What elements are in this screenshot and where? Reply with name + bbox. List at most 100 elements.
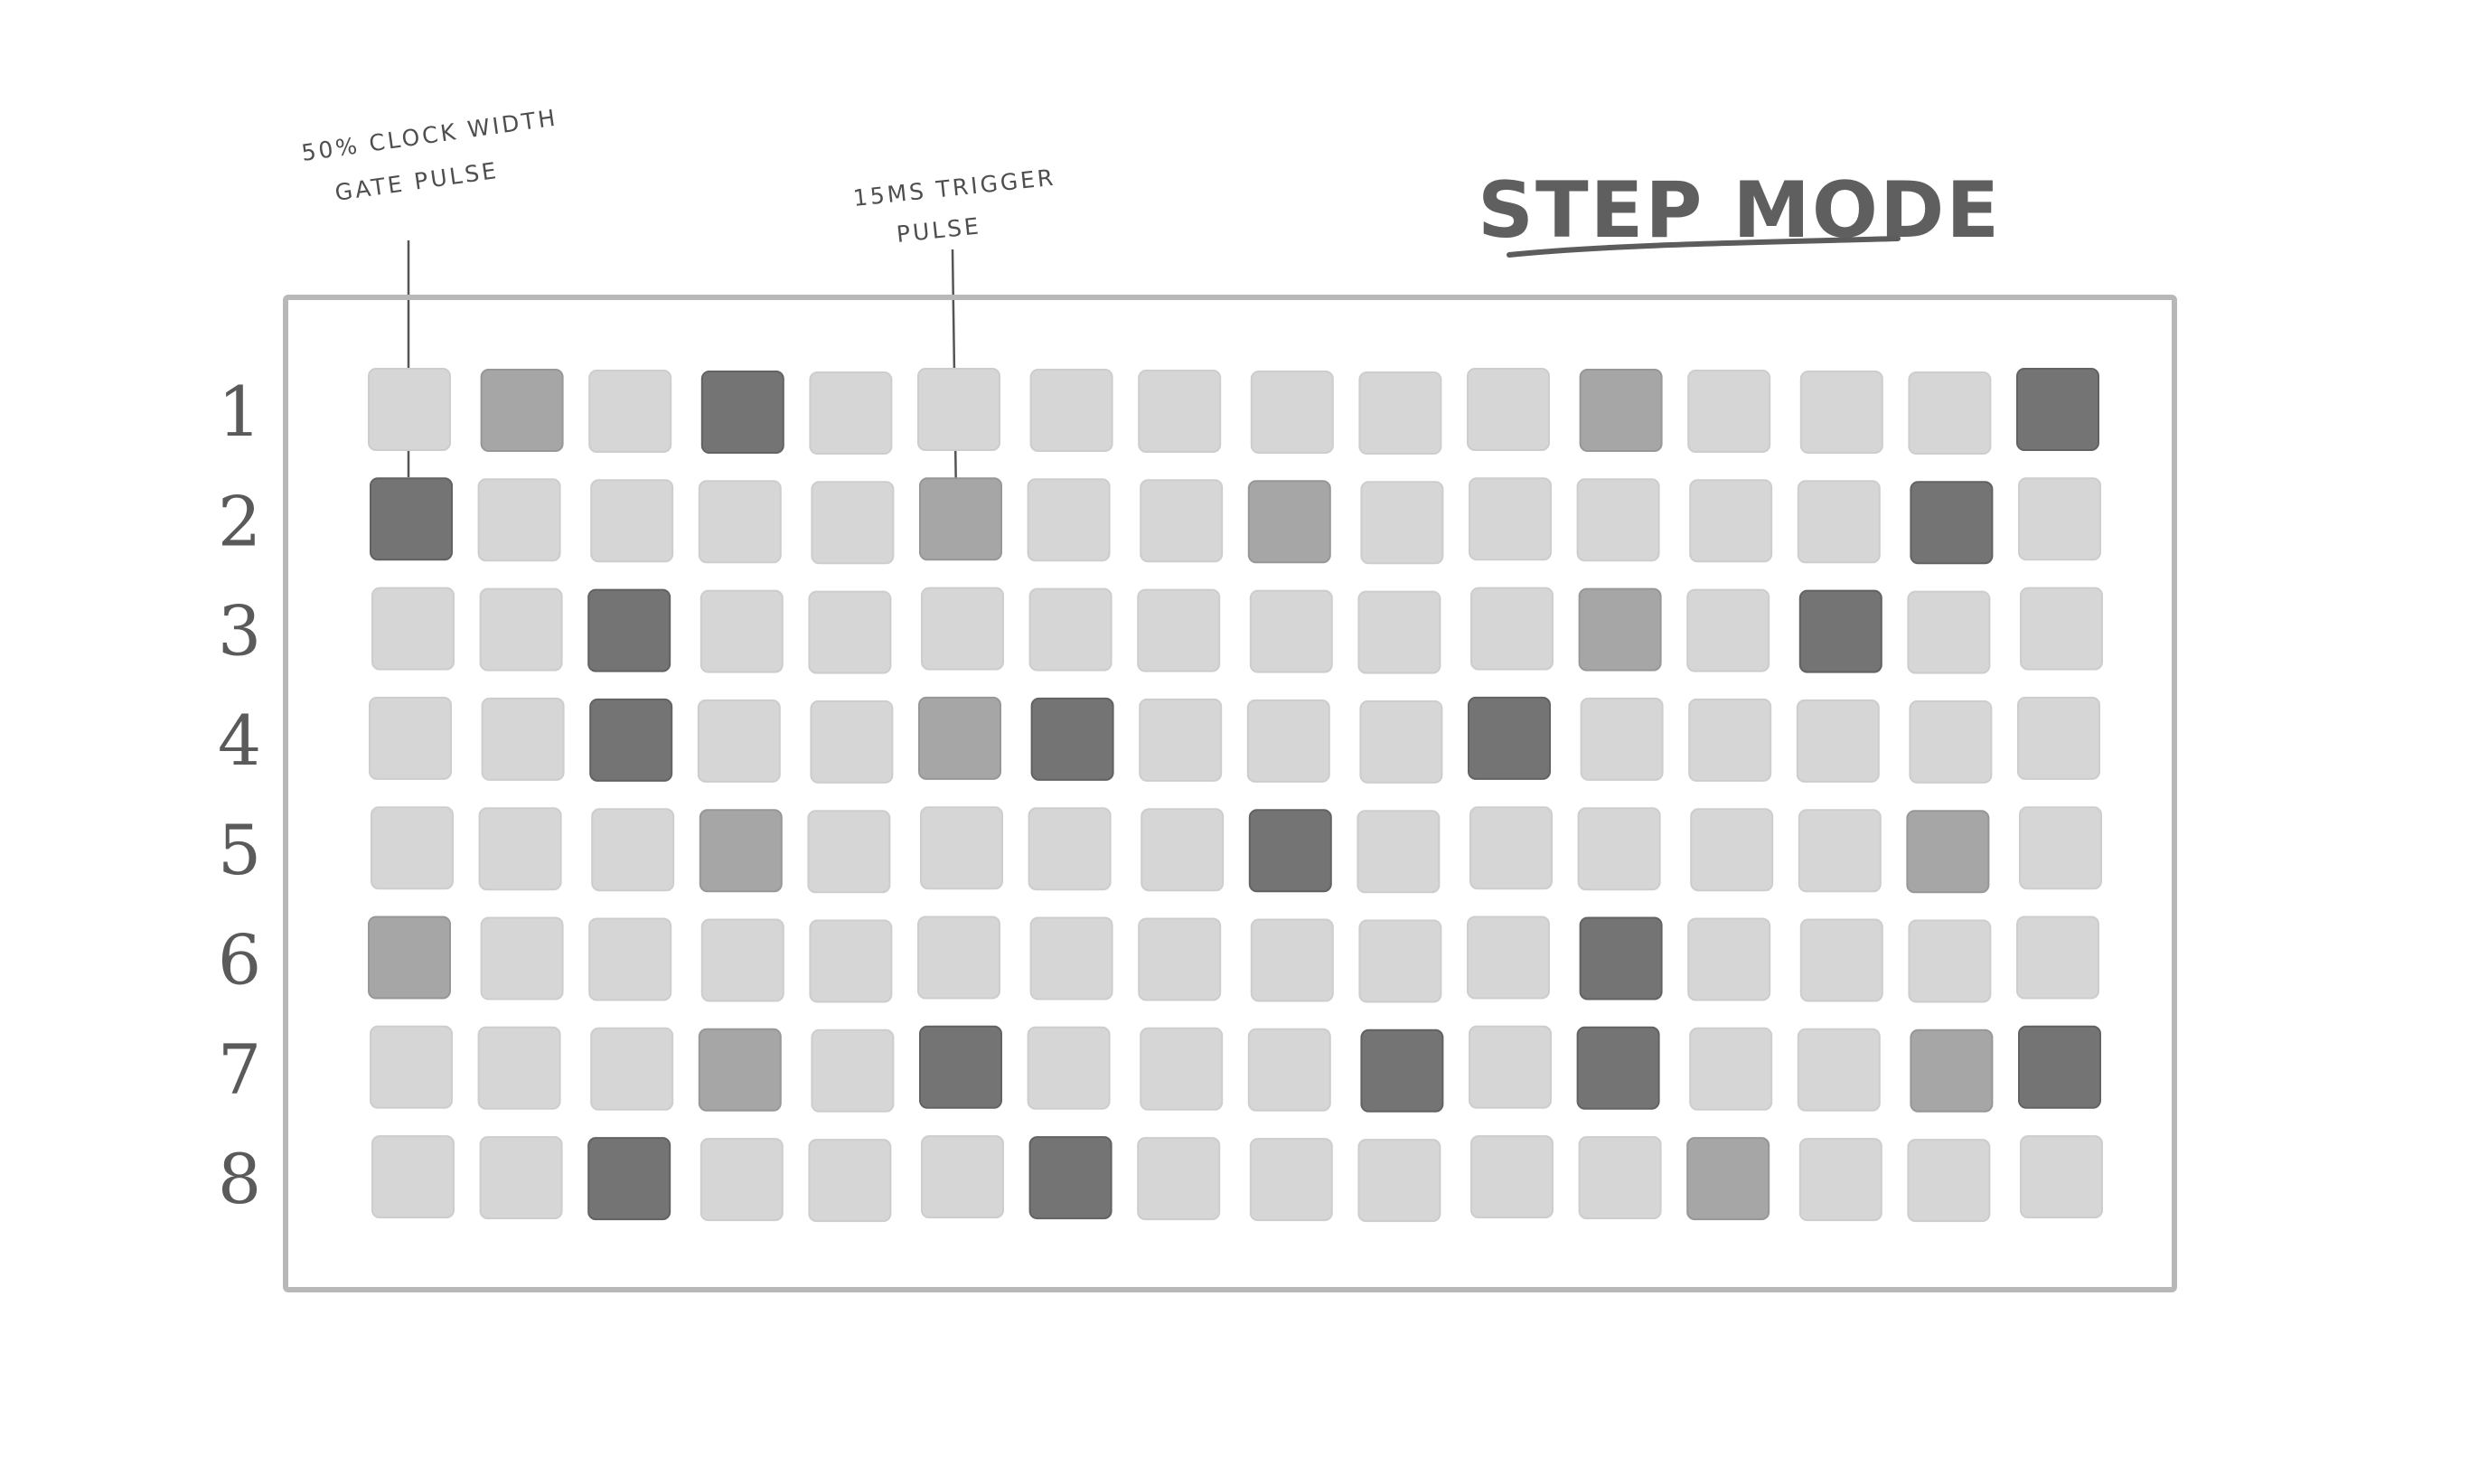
step-off-r6-c9[interactable] (1250, 918, 1334, 1002)
step-off-r1-c15[interactable] (1908, 371, 1992, 455)
step-off-r6-c13[interactable] (1687, 917, 1771, 1001)
step-off-r3-c7[interactable] (1028, 587, 1112, 672)
step-off-r7-c5[interactable] (811, 1028, 895, 1113)
step-off-r2-c12[interactable] (1576, 478, 1660, 562)
step-off-r6-c6[interactable] (917, 916, 1000, 1000)
step-off-r4-c12[interactable] (1580, 697, 1664, 781)
step-off-r5-c6[interactable] (920, 806, 1003, 890)
step-off-r4-c1[interactable] (369, 696, 452, 780)
step-gate-r8-c3[interactable] (587, 1137, 671, 1221)
step-off-r4-c16[interactable] (2017, 696, 2100, 780)
step-gate-r3-c14[interactable] (1798, 589, 1882, 673)
step-gate-r7-c10[interactable] (1360, 1028, 1444, 1113)
step-gate-r1-c4[interactable] (700, 371, 784, 454)
step-off-r8-c10[interactable] (1357, 1139, 1441, 1223)
step-trigger-r3-c12[interactable] (1578, 587, 1662, 672)
step-off-r5-c1[interactable] (371, 806, 454, 890)
step-off-r6-c7[interactable] (1029, 916, 1113, 1000)
step-off-r5-c12[interactable] (1577, 807, 1661, 891)
step-gate-r4-c11[interactable] (1468, 696, 1551, 780)
step-gate-r5-c9[interactable] (1248, 809, 1332, 893)
step-off-r1-c8[interactable] (1138, 370, 1222, 453)
step-off-r2-c16[interactable] (2018, 477, 2101, 561)
step-off-r3-c1[interactable] (371, 587, 455, 671)
step-off-r5-c14[interactable] (1798, 809, 1882, 893)
step-off-r5-c7[interactable] (1028, 807, 1112, 891)
step-off-r8-c5[interactable] (808, 1139, 892, 1223)
step-gate-r7-c6[interactable] (919, 1025, 1002, 1109)
step-gate-r6-c12[interactable] (1579, 916, 1663, 1000)
step-off-r5-c16[interactable] (2019, 806, 2102, 890)
step-off-r4-c14[interactable] (1796, 699, 1880, 783)
step-off-r4-c5[interactable] (810, 700, 894, 784)
step-off-r8-c12[interactable] (1578, 1136, 1662, 1220)
step-off-r5-c11[interactable] (1469, 806, 1553, 890)
step-gate-r4-c3[interactable] (589, 698, 673, 782)
step-gate-r3-c3[interactable] (587, 588, 671, 672)
step-off-r2-c2[interactable] (477, 478, 561, 562)
step-off-r4-c13[interactable] (1688, 698, 1772, 782)
step-off-r2-c14[interactable] (1797, 480, 1881, 564)
step-gate-r7-c16[interactable] (2018, 1025, 2101, 1109)
step-gate-r2-c1[interactable] (370, 477, 453, 561)
step-trigger-r1-c2[interactable] (480, 369, 564, 452)
step-off-r4-c15[interactable] (1909, 700, 1993, 784)
step-off-r6-c8[interactable] (1138, 917, 1222, 1001)
step-off-r7-c11[interactable] (1469, 1025, 1552, 1109)
step-off-r8-c16[interactable] (2020, 1135, 2103, 1219)
step-off-r2-c11[interactable] (1469, 477, 1552, 561)
step-off-r2-c3[interactable] (590, 479, 674, 563)
step-off-r4-c4[interactable] (697, 699, 781, 783)
step-off-r6-c16[interactable] (2016, 916, 2099, 1000)
step-off-r4-c10[interactable] (1359, 700, 1443, 784)
step-trigger-r7-c4[interactable] (698, 1028, 782, 1112)
step-off-r1-c14[interactable] (1799, 371, 1883, 454)
step-trigger-r6-c1[interactable] (368, 916, 451, 1000)
step-off-r6-c5[interactable] (809, 919, 893, 1003)
step-off-r1-c1[interactable] (368, 368, 451, 451)
step-off-r1-c13[interactable] (1687, 370, 1771, 453)
step-trigger-r5-c15[interactable] (1906, 810, 1990, 894)
step-off-r7-c3[interactable] (590, 1027, 674, 1111)
step-off-r8-c1[interactable] (371, 1135, 455, 1219)
step-off-r6-c14[interactable] (1799, 918, 1883, 1002)
step-off-r8-c4[interactable] (699, 1138, 784, 1222)
step-off-r1-c10[interactable] (1358, 371, 1442, 455)
step-off-r1-c3[interactable] (588, 370, 672, 453)
step-off-r2-c8[interactable] (1140, 479, 1224, 563)
step-off-r3-c8[interactable] (1137, 588, 1221, 672)
step-off-r3-c16[interactable] (2020, 587, 2103, 671)
step-off-r8-c15[interactable] (1907, 1139, 1991, 1223)
step-off-r8-c2[interactable] (479, 1136, 563, 1220)
step-off-r3-c5[interactable] (808, 590, 892, 674)
step-off-r3-c15[interactable] (1907, 590, 1991, 674)
step-gate-r7-c12[interactable] (1576, 1026, 1660, 1110)
step-off-r8-c14[interactable] (1798, 1138, 1882, 1222)
step-off-r3-c2[interactable] (479, 587, 563, 672)
step-off-r8-c11[interactable] (1470, 1135, 1554, 1219)
step-off-r1-c5[interactable] (809, 371, 893, 455)
step-off-r1-c11[interactable] (1467, 368, 1550, 451)
step-trigger-r2-c9[interactable] (1247, 480, 1331, 564)
step-trigger-r5-c4[interactable] (699, 809, 783, 893)
step-off-r1-c7[interactable] (1029, 369, 1113, 452)
step-off-r8-c8[interactable] (1137, 1137, 1221, 1221)
step-off-r2-c5[interactable] (811, 481, 895, 565)
step-off-r1-c6[interactable] (917, 368, 1000, 451)
step-off-r5-c10[interactable] (1357, 810, 1441, 894)
step-off-r7-c7[interactable] (1027, 1026, 1111, 1110)
step-off-r6-c15[interactable] (1908, 919, 1992, 1003)
step-off-r1-c9[interactable] (1250, 371, 1334, 454)
step-off-r5-c13[interactable] (1690, 808, 1774, 892)
step-off-r4-c9[interactable] (1246, 699, 1330, 783)
step-off-r5-c3[interactable] (591, 808, 675, 892)
step-trigger-r1-c12[interactable] (1579, 369, 1663, 452)
step-off-r7-c14[interactable] (1797, 1028, 1881, 1112)
step-off-r8-c9[interactable] (1249, 1138, 1333, 1222)
step-off-r3-c9[interactable] (1249, 589, 1333, 673)
step-gate-r8-c7[interactable] (1028, 1136, 1112, 1220)
step-off-r6-c4[interactable] (700, 918, 784, 1002)
step-off-r6-c10[interactable] (1358, 919, 1442, 1003)
step-gate-r4-c7[interactable] (1030, 697, 1114, 781)
step-off-r4-c8[interactable] (1139, 698, 1223, 782)
